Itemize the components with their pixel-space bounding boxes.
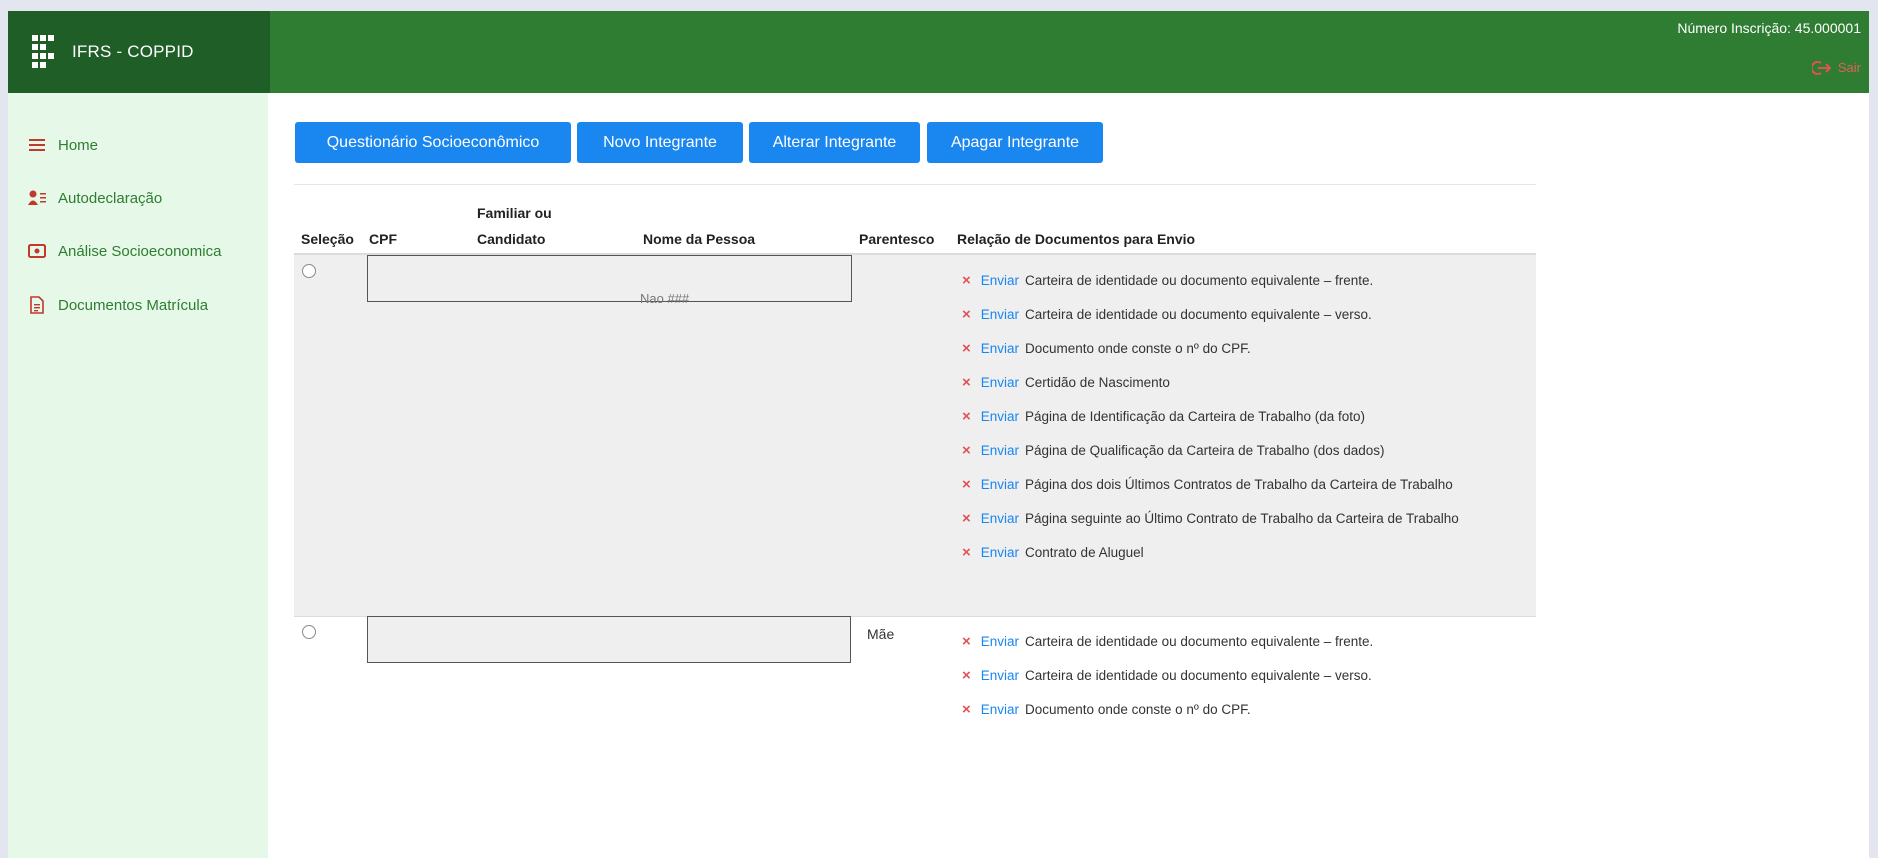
send-link[interactable]: Enviar <box>981 409 1019 424</box>
document-name: Página de Identificação da Carteira de T… <box>1025 409 1365 424</box>
redacted-person-info <box>367 616 851 663</box>
document-name: Carteira de identidade ou documento equi… <box>1025 273 1374 288</box>
document-item: × Enviar Carteira de identidade ou documen… <box>956 264 1516 298</box>
document-item: × Enviar Carteira de identidade ou documen… <box>956 659 1516 693</box>
remove-document-icon[interactable]: × <box>962 340 971 357</box>
document-name: Carteira de identidade ou documento equi… <box>1025 634 1374 649</box>
sidebar-item-analise-socioeconomica[interactable]: Análise Socioeconomica <box>28 242 221 260</box>
app-window: IFRS - COPPID Número Inscrição: 45.00000… <box>8 11 1869 858</box>
document-item: × Enviar Carteira de identidade ou documen… <box>956 298 1516 332</box>
document-name: Página dos dois Últimos Contratos de Tra… <box>1025 477 1453 492</box>
ifrs-logo-icon <box>32 35 54 68</box>
header-relationship: Parentesco <box>859 231 935 247</box>
delete-member-button[interactable]: Apagar Integrante <box>927 122 1103 163</box>
document-icon <box>28 296 46 314</box>
sidebar-item-label: Análise Socioeconomica <box>58 242 222 260</box>
remove-document-icon[interactable]: × <box>962 272 971 289</box>
brand-name: IFRS - COPPID <box>72 42 194 61</box>
remove-document-icon[interactable]: × <box>962 701 971 718</box>
row-relationship: Mãe <box>867 626 895 642</box>
document-item: × Enviar Página de Qualificação da Carteir… <box>956 434 1516 468</box>
remove-document-icon[interactable]: × <box>962 306 971 323</box>
remove-document-icon[interactable]: × <box>962 667 971 684</box>
brand-block[interactable]: IFRS - COPPID <box>8 11 270 93</box>
logout-label: Sair <box>1837 60 1861 75</box>
document-name: Certidão de Nascimento <box>1025 375 1170 390</box>
header-family-line2: Candidato <box>477 231 546 247</box>
header-family-line1: Familiar ou <box>477 205 552 221</box>
menu-icon <box>28 136 46 154</box>
document-item: × Enviar Certidão de Nascimento <box>956 366 1516 400</box>
document-item: × Enviar Página dos dois Últimos Contratos… <box>956 468 1516 502</box>
socioeconomic-questionnaire-button[interactable]: Questionário Socioeconômico <box>295 122 571 163</box>
remove-document-icon[interactable]: × <box>962 374 971 391</box>
send-link[interactable]: Enviar <box>981 545 1019 560</box>
send-link[interactable]: Enviar <box>981 511 1019 526</box>
document-item: × Enviar Documento onde conste o nº do CPF… <box>956 332 1516 366</box>
document-item: × Enviar Contrato de Aluguel <box>956 536 1516 570</box>
document-name: Página seguinte ao Último Contrato de Tr… <box>1025 511 1459 526</box>
document-name: Documento onde conste o nº do CPF. <box>1025 702 1251 717</box>
sidebar-item-documentos-matricula[interactable]: Documentos Matrícula <box>28 296 208 314</box>
camera-icon <box>28 242 46 260</box>
send-link[interactable]: Enviar <box>981 443 1019 458</box>
remove-document-icon[interactable]: × <box>962 408 971 425</box>
row-select-radio[interactable] <box>302 625 316 639</box>
main-content: Questionário Socioeconômico Novo Integra… <box>270 93 1869 858</box>
document-item: × Enviar Carteira de identidade ou documen… <box>956 625 1516 659</box>
document-name: Contrato de Aluguel <box>1025 545 1144 560</box>
document-name: Carteira de identidade ou documento equi… <box>1025 668 1372 683</box>
logout-icon <box>1811 60 1832 75</box>
header-selection: Seleção <box>301 231 354 247</box>
redacted-person-info <box>367 255 852 302</box>
document-name: Carteira de identidade ou documento equi… <box>1025 307 1372 322</box>
document-item: × Enviar Documento onde conste o nº do CPF… <box>956 693 1516 727</box>
remove-document-icon[interactable]: × <box>962 476 971 493</box>
header-documents: Relação de Documentos para Envio <box>957 231 1196 247</box>
document-name: Página de Qualificação da Carteira de Tr… <box>1025 443 1385 458</box>
send-link[interactable]: Enviar <box>981 375 1019 390</box>
sidebar-item-label: Documentos Matrícula <box>58 296 209 314</box>
remove-document-icon[interactable]: × <box>962 544 971 561</box>
sidebar-item-autodeclaracao[interactable]: Autodeclaração <box>28 189 162 207</box>
send-link[interactable]: Enviar <box>981 702 1019 717</box>
send-link[interactable]: Enviar <box>981 341 1019 356</box>
logout-button[interactable]: Sair <box>1811 60 1861 75</box>
sidebar: Home Autodeclaração Análise Socioeconomi… <box>8 93 268 858</box>
remove-document-icon[interactable]: × <box>962 442 971 459</box>
sidebar-item-home[interactable]: Home <box>28 136 98 154</box>
send-link[interactable]: Enviar <box>981 477 1019 492</box>
ghost-text: Nao ### <box>640 291 690 306</box>
row-select-radio[interactable] <box>302 264 316 278</box>
documents-list: × Enviar Carteira de identidade ou documen… <box>956 264 1516 570</box>
remove-document-icon[interactable]: × <box>962 510 971 527</box>
top-header: Número Inscrição: 45.000001 Sair <box>270 11 1869 93</box>
edit-member-button[interactable]: Alterar Integrante <box>749 122 920 163</box>
send-link[interactable]: Enviar <box>981 634 1019 649</box>
sidebar-item-label: Autodeclaração <box>58 189 163 207</box>
document-item: × Enviar Página de Identificação da Cartei… <box>956 400 1516 434</box>
send-link[interactable]: Enviar <box>981 273 1019 288</box>
send-link[interactable]: Enviar <box>981 668 1019 683</box>
remove-document-icon[interactable]: × <box>962 633 971 650</box>
sidebar-item-label: Home <box>58 136 99 154</box>
registration-number: Número Inscrição: 45.000001 <box>1677 20 1861 36</box>
user-list-icon <box>28 189 46 207</box>
new-member-button[interactable]: Novo Integrante <box>577 122 743 163</box>
header-name: Nome da Pessoa <box>643 231 756 247</box>
send-link[interactable]: Enviar <box>981 307 1019 322</box>
header-cpf: CPF <box>369 231 397 247</box>
document-item: × Enviar Página seguinte ao Último Contrat… <box>956 502 1516 536</box>
document-name: Documento onde conste o nº do CPF. <box>1025 341 1251 356</box>
toolbar-divider <box>294 184 1536 185</box>
documents-list: × Enviar Carteira de identidade ou documen… <box>956 625 1516 727</box>
